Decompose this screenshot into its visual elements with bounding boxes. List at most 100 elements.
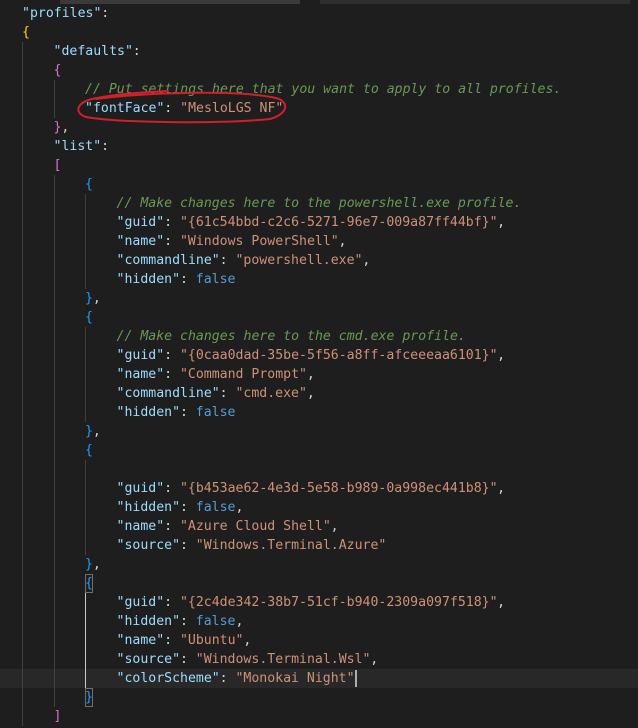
code-line[interactable]: "colorScheme": "Monokai Night" [0,669,638,688]
code-token: "Command Prompt" [179,367,307,382]
code-token: "name" [116,367,165,382]
code-line[interactable]: { [0,308,638,327]
code-line[interactable]: }, [0,118,638,137]
code-line[interactable]: ] [0,707,638,726]
code-token: "Monokai Night" [235,671,355,686]
code-line[interactable]: }, [0,289,638,308]
code-line[interactable]: "list": [0,137,638,156]
code-token: , [92,291,101,306]
indent-guide [53,232,55,251]
code-token: , [92,557,101,572]
indent-guide [22,289,23,308]
code-token: // Put settings here that you want to ap… [85,82,562,97]
code-token: { [85,443,93,458]
code-line[interactable]: "hidden": false, [0,612,638,631]
code-line[interactable]: "name": "Windows PowerShell", [0,232,638,251]
code-token: : [164,215,180,230]
indent-guide [85,593,86,612]
code-line[interactable]: { [0,574,638,593]
indent-guide [53,631,55,650]
code-line[interactable]: "guid": "{0caa0dad-35be-5f56-a8ff-afceee… [0,346,638,365]
indent-guide [53,498,55,517]
text-cursor [355,670,358,687]
code-token: "commandline" [116,386,220,401]
code-line[interactable]: "guid": "{61c54bbd-c2c6-5271-96e7-009a87… [0,213,638,232]
code-editor[interactable]: "profiles": {"defaults": {// Put settings … [0,0,638,728]
code-token: , [497,215,506,230]
code-token: ] [53,709,62,724]
indent-guide [22,42,23,61]
code-token: } [53,120,62,135]
indent-guide [53,194,55,213]
code-line[interactable]: "hidden": false, [0,498,638,517]
code-line[interactable]: "name": "Ubuntu", [0,631,638,650]
code-token: , [497,481,506,496]
code-token: : [179,652,196,667]
indent-guide [53,99,55,118]
indent-guide [22,308,23,327]
code-line[interactable]: "name": "Azure Cloud Shell", [0,517,638,536]
code-token: : [101,6,110,21]
code-token: , [370,652,379,667]
code-token: [ [53,158,62,173]
code-line[interactable]: }, [0,422,638,441]
code-line[interactable]: "profiles": [0,4,638,23]
code-token: false [195,405,236,420]
code-token: "MesloLGS NF" [180,101,284,116]
indent-guide [53,688,55,707]
code-line[interactable]: } [0,688,638,707]
code-line[interactable]: "commandline": "cmd.exe", [0,384,638,403]
code-token: , [497,348,506,363]
code-line[interactable]: }, [0,555,638,574]
code-line[interactable]: { [0,23,638,42]
indent-guide [85,232,86,251]
code-line[interactable]: "name": "Command Prompt", [0,365,638,384]
code-line[interactable]: { [0,175,638,194]
code-token: : [219,253,236,268]
code-token: , [497,595,506,610]
indent-guide [85,403,86,422]
indent-guide [22,99,23,118]
code-line[interactable]: "source": "Windows.Terminal.Azure" [0,536,638,555]
code-token: , [306,367,315,382]
code-token: "name" [116,519,165,534]
code-line[interactable]: { [0,61,638,80]
code-line[interactable]: "guid": "{b453ae62-4e3d-5e58-b989-0a998e… [0,479,638,498]
code-line[interactable]: "source": "Windows.Terminal.Wsl", [0,650,638,669]
indent-guide [85,612,86,631]
code-line[interactable]: "hidden": false [0,270,638,289]
indent-guide [22,631,23,650]
code-token: , [338,234,347,249]
indent-guide [22,346,23,365]
indent-guide [85,669,86,688]
code-line[interactable] [0,460,638,479]
code-token: false [195,614,236,629]
code-token: , [235,500,244,515]
indent-guide [53,669,55,688]
code-token: , [362,253,371,268]
indent-guide [85,479,86,498]
code-token: "source" [116,652,181,667]
code-line[interactable]: [ [0,156,638,175]
indent-guide [85,517,86,536]
code-line[interactable]: // Make changes here to the powershell.e… [0,194,638,213]
indent-guide [85,270,86,289]
code-line[interactable]: "fontFace": "MesloLGS NF" [0,99,638,118]
code-token: , [92,424,101,439]
indent-guide [53,308,55,327]
indent-guide [22,232,23,251]
indent-guide [53,612,55,631]
code-line[interactable]: // Make changes here to the cmd.exe prof… [0,327,638,346]
indent-guide [22,593,23,612]
code-line[interactable]: "guid": "{2c4de342-38b7-51cf-b940-2309a0… [0,593,638,612]
code-token: : [164,595,180,610]
indent-guide [22,118,23,137]
code-line[interactable]: "hidden": false [0,403,638,422]
code-line[interactable]: { [0,441,638,460]
code-token: false [195,500,236,515]
code-line[interactable]: "defaults": [0,42,638,61]
indent-guide [53,441,55,460]
code-line[interactable]: "commandline": "powershell.exe", [0,251,638,270]
indent-guide [53,479,55,498]
code-line[interactable]: // Put settings here that you want to ap… [0,80,638,99]
